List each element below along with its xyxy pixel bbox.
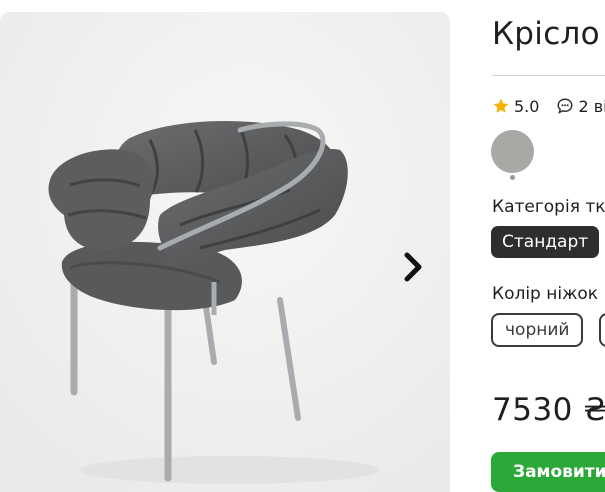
rating-value: 5.0	[514, 96, 540, 116]
leg-color-option-next[interactable]	[599, 313, 605, 347]
reviews-link[interactable]: 2 ві	[578, 97, 605, 116]
product-gallery	[0, 12, 450, 492]
product-photo	[0, 12, 450, 492]
product-price: 7530 ₴	[492, 392, 605, 428]
category-label: Категорія тк	[492, 197, 605, 217]
title-divider	[492, 75, 605, 76]
leg-color-label: Колір ніжок	[492, 284, 599, 304]
order-button[interactable]: Замовити	[491, 452, 605, 492]
swatch-selected-indicator	[510, 175, 515, 180]
comment-icon[interactable]	[556, 97, 574, 115]
leg-color-option-black[interactable]: чорний	[491, 313, 584, 347]
color-swatch-grey[interactable]	[491, 130, 534, 173]
chevron-right-icon[interactable]	[400, 250, 426, 284]
star-icon	[493, 98, 509, 113]
rating-row: 5.0 2 ві	[492, 95, 605, 117]
product-title: Крісло	[492, 16, 600, 52]
category-option-standard[interactable]: Стандарт	[491, 226, 600, 258]
